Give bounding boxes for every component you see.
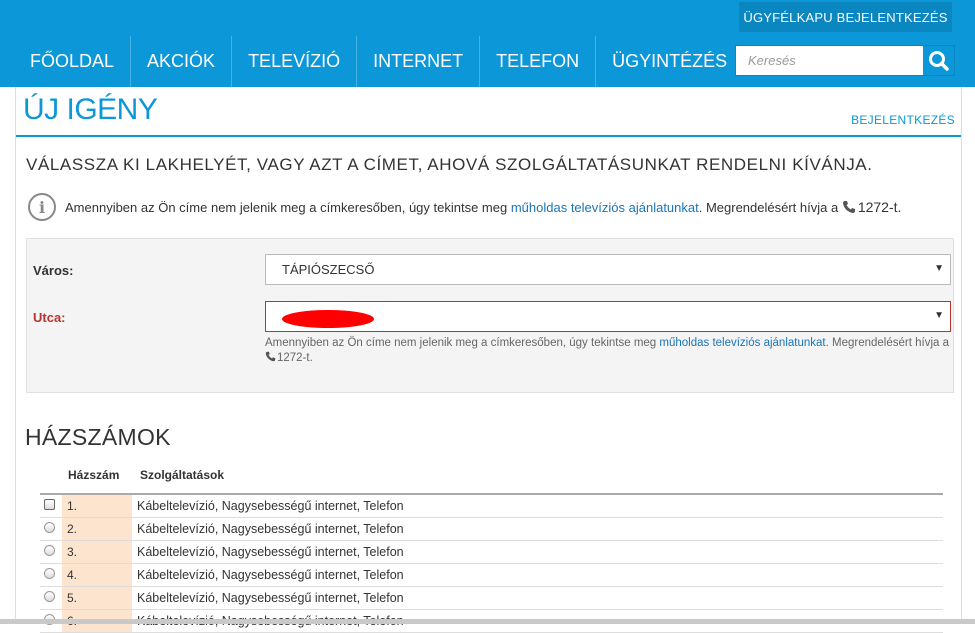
- services-cell: Kábeltelevízió, Nagysebességű internet, …: [137, 522, 404, 536]
- nav-item-administration[interactable]: ÜGYINTÉZÉS: [596, 36, 743, 87]
- login-link[interactable]: BEJELENTKEZÉS: [851, 113, 955, 127]
- table-row[interactable]: 1. Kábeltelevízió, Nagysebességű interne…: [40, 495, 943, 518]
- search-button[interactable]: [923, 46, 954, 75]
- street-label: Utca:: [33, 310, 66, 325]
- city-label: Város:: [33, 263, 74, 278]
- info-icon: i: [28, 193, 56, 221]
- house-radio[interactable]: [44, 591, 55, 602]
- address-form: Város: TÁPIÓSZECSŐ ▼ Utca: ▼ Amennyiben …: [26, 238, 954, 393]
- table-row[interactable]: 3. Kábeltelevízió, Nagysebességű interne…: [40, 541, 943, 564]
- satellite-tv-offers-link[interactable]: műholdas televíziós ajánlatunkat: [511, 200, 699, 215]
- customer-portal-login-button[interactable]: ÜGYFÉLKAPU BEJELENTKEZÉS: [739, 2, 952, 32]
- redaction-mark: [282, 310, 374, 328]
- satellite-tv-offers-link[interactable]: műholdas televíziós ajánlatunkat: [659, 337, 825, 349]
- city-select[interactable]: TÁPIÓSZECSŐ ▼: [265, 254, 951, 285]
- nav-item-phone[interactable]: TELEFON: [480, 36, 597, 87]
- house-number-cell: 5.: [62, 587, 132, 609]
- house-radio[interactable]: [44, 545, 55, 556]
- phone-icon: [265, 351, 276, 362]
- search-icon: [928, 50, 949, 71]
- help-text-after: . Megrendelésért hívja a: [825, 337, 949, 349]
- house-numbers-heading: HÁZSZÁMOK: [25, 424, 171, 450]
- services-cell: Kábeltelevízió, Nagysebességű internet, …: [137, 591, 404, 605]
- house-number-cell: 4.: [62, 564, 132, 586]
- info-notice: i Amennyiben az Ön címe nem jelenik meg …: [28, 193, 901, 221]
- house-number-cell: 1.: [62, 495, 132, 517]
- house-numbers-table: Házszám Szolgáltatások 1. Kábeltelevízió…: [40, 464, 943, 633]
- main-nav: FŐOLDAL AKCIÓK TELEVÍZIÓ INTERNET TELEFO…: [0, 36, 743, 87]
- table-header: Házszám Szolgáltatások: [40, 464, 943, 495]
- table-row[interactable]: 2. Kábeltelevízió, Nagysebességű interne…: [40, 518, 943, 541]
- street-help-text: Amennyiben az Ön címe nem jelenik meg a …: [265, 336, 953, 366]
- top-bar: ÜGYFÉLKAPU BEJELENTKEZÉS FŐOLDAL AKCIÓK …: [0, 0, 975, 87]
- table-row[interactable]: 4. Kábeltelevízió, Nagysebességű interne…: [40, 564, 943, 587]
- house-radio[interactable]: [44, 522, 55, 533]
- address-instruction-heading: VÁLASSZA KI LAKHELYÉT, VAGY AZT A CÍMET,…: [26, 155, 873, 174]
- nav-item-offers[interactable]: AKCIÓK: [131, 36, 233, 87]
- content-page: ÚJ IGÉNY BEJELENTKEZÉS VÁLASSZA KI LAKHE…: [15, 87, 962, 633]
- title-divider: [16, 135, 961, 137]
- services-cell: Kábeltelevízió, Nagysebességű internet, …: [137, 545, 404, 559]
- help-text-before: Amennyiben az Ön címe nem jelenik meg a …: [265, 337, 660, 349]
- page-title: ÚJ IGÉNY: [23, 93, 158, 126]
- search-input[interactable]: [736, 46, 922, 75]
- street-select[interactable]: ▼: [265, 301, 951, 332]
- services-cell: Kábeltelevízió, Nagysebességű internet, …: [137, 568, 404, 582]
- help-phone-number: 1272-t.: [277, 352, 313, 364]
- house-radio[interactable]: [44, 568, 55, 579]
- nav-item-internet[interactable]: INTERNET: [357, 36, 481, 87]
- column-header-services: Szolgáltatások: [140, 468, 225, 482]
- table-row[interactable]: 5. Kábeltelevízió, Nagysebességű interne…: [40, 587, 943, 610]
- house-number-cell: 2.: [62, 518, 132, 540]
- column-header-house-number: Házszám: [68, 468, 120, 482]
- house-radio[interactable]: [44, 499, 55, 510]
- nav-item-television[interactable]: TELEVÍZIÓ: [232, 36, 358, 87]
- phone-number: 1272-t.: [857, 199, 902, 215]
- bottom-taskbar-edge: [0, 619, 975, 624]
- house-number-cell: 3.: [62, 541, 132, 563]
- search-box: [735, 45, 955, 76]
- phone-icon: [842, 201, 855, 213]
- services-cell: Kábeltelevízió, Nagysebességű internet, …: [137, 499, 404, 513]
- caret-down-icon: ▼: [934, 310, 944, 321]
- caret-down-icon: ▼: [934, 263, 944, 274]
- info-text: Amennyiben az Ön címe nem jelenik meg a …: [65, 199, 508, 215]
- info-text-after: . Megrendelésért hívja a: [698, 199, 839, 215]
- city-select-value: TÁPIÓSZECSŐ: [282, 262, 375, 277]
- nav-item-home[interactable]: FŐOLDAL: [0, 36, 132, 87]
